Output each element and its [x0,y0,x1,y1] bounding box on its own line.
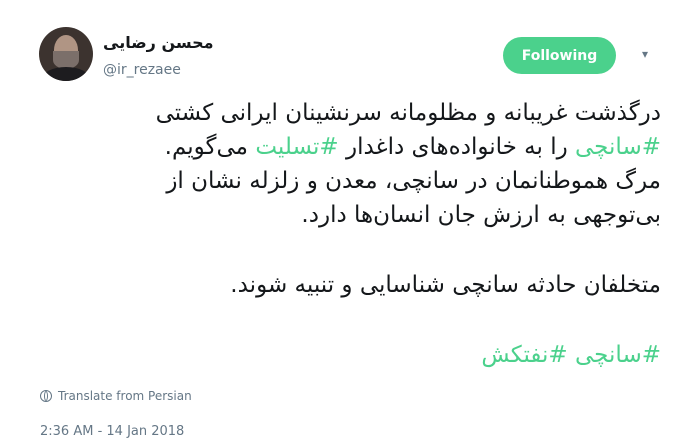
tweet-text-segment: را به خانواده‌های داغدار [338,134,576,160]
tweet-line: بی‌توجهی به ارزش جان انسان‌ها دارد. [35,198,661,232]
tweet-text: درگذشت غریبانه و مظلومانه سرنشینان ایران… [35,96,661,372]
tweet-line: #سانچی #نفتکش [35,338,661,372]
user-handle[interactable]: @ir_rezaee [103,62,181,78]
translate-label: Translate from Persian [58,389,192,403]
tweet-line: درگذشت غریبانه و مظلومانه سرنشینان ایران… [35,96,661,130]
avatar[interactable] [39,27,93,81]
hashtag-link[interactable]: #سانچی [575,342,661,368]
display-name[interactable]: محسن رضایی [103,33,214,52]
tweet-line: متخلفان حادثه سانچی شناسایی و تنبیه شوند… [35,268,661,302]
tweet-text-segment: می‌گویم. [164,134,256,160]
tweet-text-segment [568,342,575,368]
timestamp[interactable]: 2:36 AM - 14 Jan 2018 [40,424,184,439]
follow-button[interactable]: Following [503,37,616,74]
tweet-text-segment: مرگ هموطنانمان در سانچی، معدن و زلزله نش… [166,168,661,194]
tweet-text-segment: درگذشت غریبانه و مظلومانه سرنشینان ایران… [155,100,661,126]
chevron-down-icon[interactable]: ▾ [638,47,652,61]
globe-icon [40,390,52,402]
tweet-text-segment: بی‌توجهی به ارزش جان انسان‌ها دارد. [301,202,661,228]
hashtag-link[interactable]: #نفتکش [481,342,567,368]
tweet-text-segment: متخلفان حادثه سانچی شناسایی و تنبیه شوند… [230,272,661,298]
tweet-line: مرگ هموطنانمان در سانچی، معدن و زلزله نش… [35,164,661,198]
avatar-shoulders [42,67,90,81]
hashtag-link[interactable]: #تسلیت [255,134,338,160]
tweet-line: #سانچی را به خانواده‌های داغدار #تسلیت م… [35,130,661,164]
translate-link[interactable]: Translate from Persian [40,389,192,403]
hashtag-link[interactable]: #سانچی [575,134,661,160]
